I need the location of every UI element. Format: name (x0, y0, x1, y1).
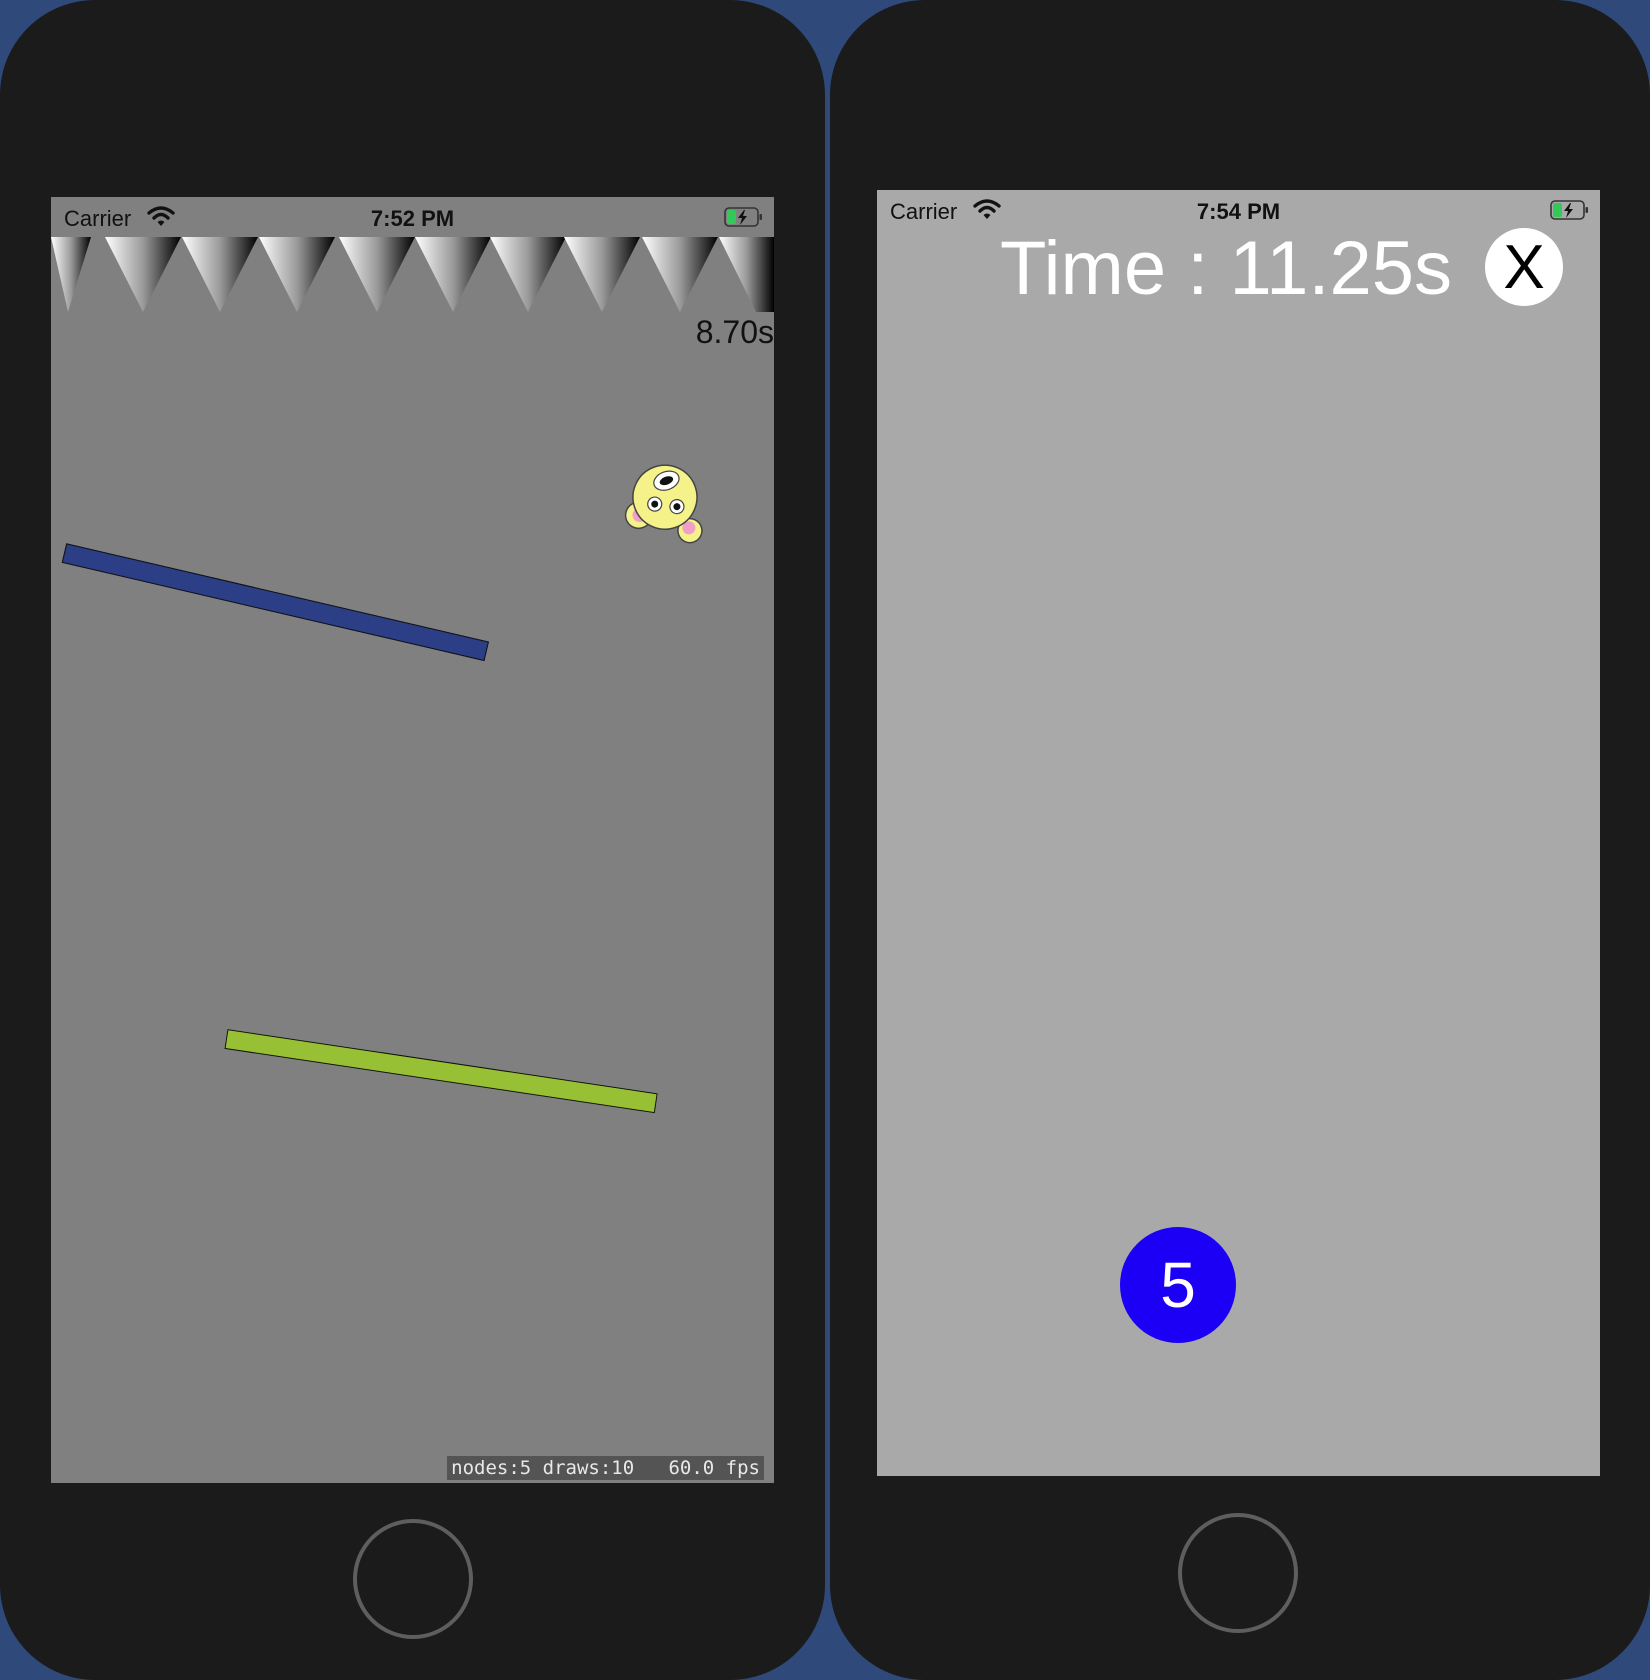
status-time: 7:52 PM (370, 206, 455, 231)
home-button[interactable] (353, 1519, 473, 1639)
elapsed-timer: 8.70s (695, 314, 774, 350)
platform-blue (61, 543, 489, 662)
elapsed-timer: Time : 11.25s (1000, 226, 1452, 311)
spike (51, 237, 91, 312)
close-button[interactable]: X (1485, 228, 1563, 306)
left-device-frame: Carrier 7:52 PM 8.70s nodes:5 draws:10 6… (0, 0, 825, 1680)
spike (105, 237, 181, 312)
spike (719, 237, 774, 312)
status-bar: Carrier 7:52 PM (51, 197, 774, 237)
left-game-screen[interactable]: Carrier 7:52 PM 8.70s nodes:5 draws:10 6… (51, 197, 774, 1483)
right-game-screen[interactable]: Carrier 7:54 PM Time : 11.25s X 5 (877, 190, 1600, 1476)
bear-character[interactable] (621, 455, 711, 545)
status-time: 7:54 PM (1196, 199, 1281, 224)
platform-green (224, 1029, 658, 1114)
countdown-ball[interactable]: 5 (1120, 1227, 1236, 1343)
battery-charging-icon (724, 206, 764, 228)
battery-charging-icon (1550, 199, 1590, 221)
spike (259, 237, 335, 312)
right-device-frame: Carrier 7:54 PM Time : 11.25s X 5 (830, 0, 1650, 1680)
spike-ceiling (51, 237, 774, 312)
status-bar: Carrier 7:54 PM (877, 190, 1600, 230)
spike (642, 237, 718, 312)
spike (339, 237, 415, 312)
spike (490, 237, 566, 312)
debug-stats-overlay: nodes:5 draws:10 60.0 fps (447, 1456, 764, 1480)
spike (415, 237, 491, 312)
home-button[interactable] (1178, 1513, 1298, 1633)
spike (182, 237, 258, 312)
spike (564, 237, 640, 312)
